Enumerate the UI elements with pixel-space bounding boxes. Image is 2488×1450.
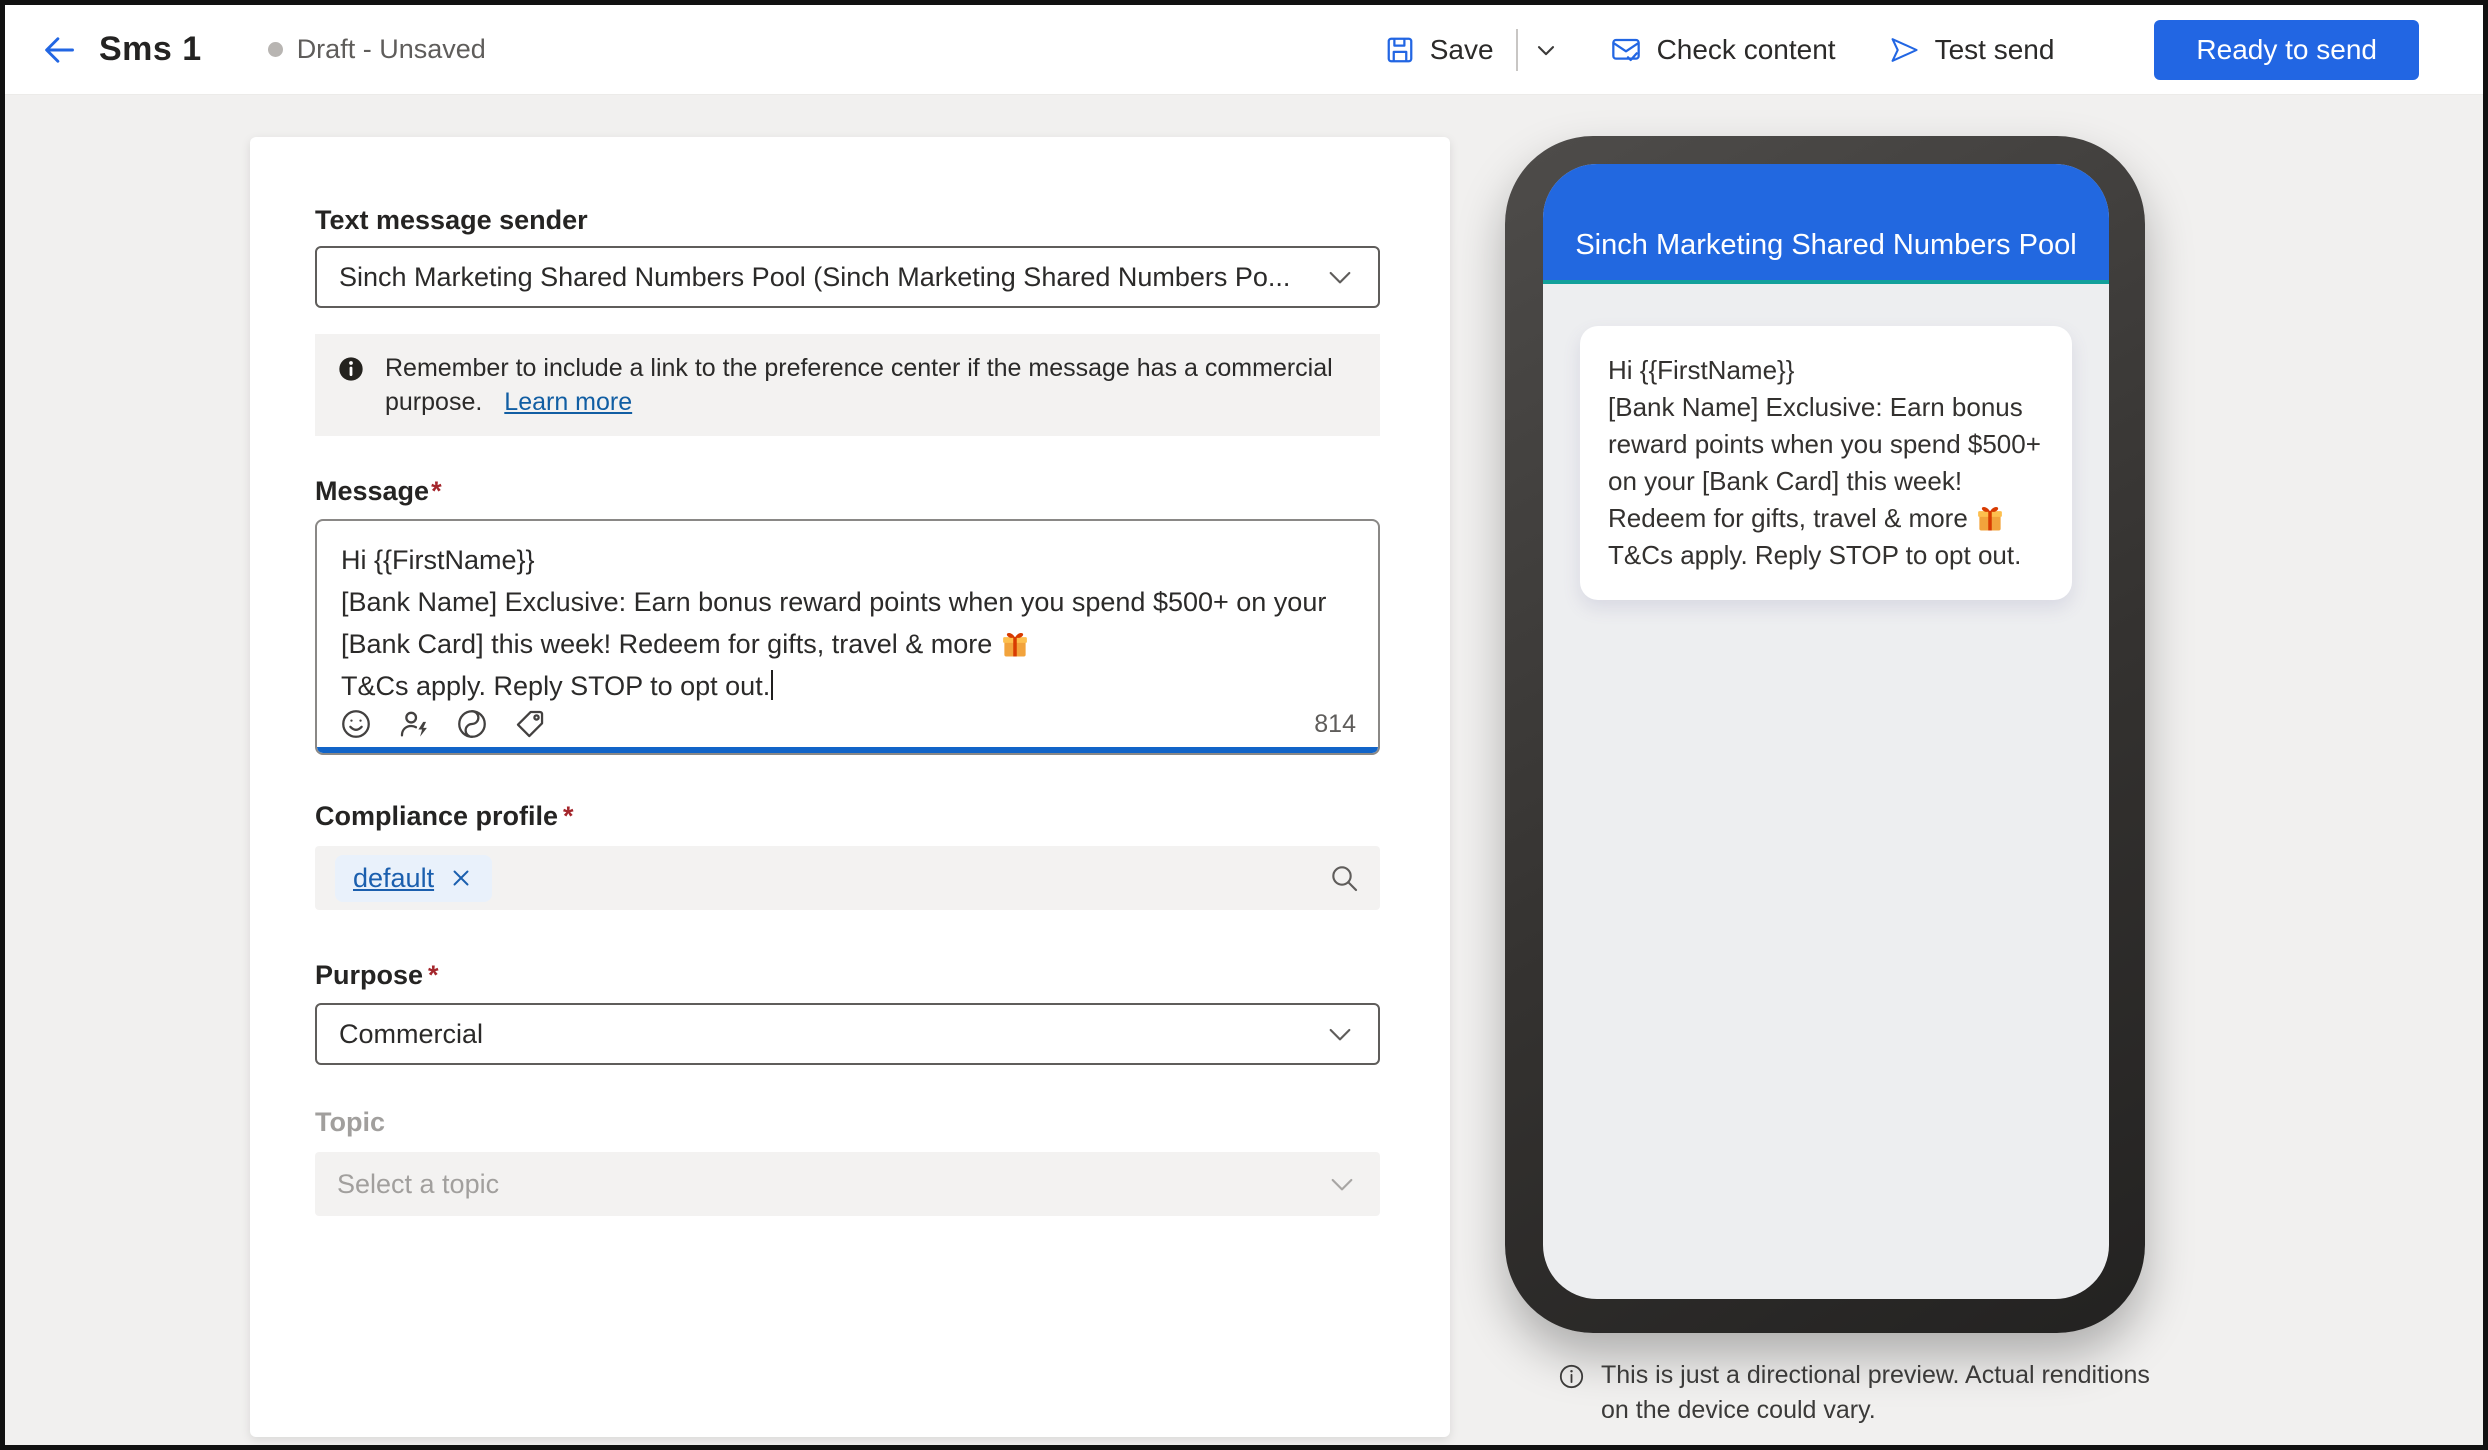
text-caret — [771, 670, 773, 700]
search-icon — [1328, 862, 1360, 894]
disclaimer-text: This is just a directional preview. Actu… — [1601, 1358, 2161, 1428]
sender-value: Sinch Marketing Shared Numbers Pool (Sin… — [339, 262, 1324, 293]
topic-dropdown: Select a topic — [315, 1152, 1380, 1216]
person-lightning-icon — [397, 707, 431, 741]
app-window: Sms 1 Draft - Unsaved Save Check content… — [0, 0, 2488, 1450]
send-icon — [1888, 34, 1920, 66]
test-send-label: Test send — [1935, 34, 2055, 66]
save-label: Save — [1430, 34, 1494, 66]
status-text: Draft - Unsaved — [297, 34, 486, 65]
required-asterisk: * — [431, 476, 442, 506]
sender-label: Text message sender — [315, 205, 1380, 236]
message-text: Hi {{FirstName}} [Bank Name] Exclusive: … — [341, 545, 1334, 701]
save-button[interactable]: Save — [1377, 24, 1502, 76]
purpose-label: Purpose* — [315, 960, 1380, 991]
preview-disclaimer: This is just a directional preview. Actu… — [1558, 1358, 2178, 1428]
info-filled-icon — [337, 355, 365, 383]
ready-to-send-button[interactable]: Ready to send — [2154, 20, 2419, 80]
close-icon — [448, 865, 474, 891]
message-label: Message* — [315, 476, 1380, 507]
phone-screen: Sinch Marketing Shared Numbers Pool Hi {… — [1543, 164, 2109, 1299]
check-content-button[interactable]: Check content — [1602, 24, 1844, 76]
tag-icon — [513, 707, 547, 741]
save-icon — [1385, 35, 1415, 65]
back-button[interactable] — [41, 32, 77, 68]
emoji-button[interactable] — [339, 707, 373, 741]
chevron-down-icon — [1326, 1168, 1358, 1200]
sms-bubble-text: Hi {{FirstName}} [Bank Name] Exclusive: … — [1608, 355, 2048, 570]
compliance-chip-link[interactable]: default — [353, 863, 434, 894]
main-content: Text message sender Sinch Marketing Shar… — [5, 96, 2483, 1445]
banner-text: Remember to include a link to the prefer… — [385, 351, 1358, 419]
learn-more-link[interactable]: Learn more — [504, 388, 632, 416]
chevron-down-icon — [1324, 1018, 1356, 1050]
phone-header-title: Sinch Marketing Shared Numbers Pool — [1575, 229, 2076, 262]
sms-bubble: Hi {{FirstName}} [Bank Name] Exclusive: … — [1580, 326, 2072, 600]
dynamic-text-button[interactable] — [455, 707, 489, 741]
topbar: Sms 1 Draft - Unsaved Save Check content… — [5, 5, 2483, 95]
topic-label: Topic — [315, 1107, 1380, 1138]
test-send-button[interactable]: Test send — [1880, 24, 2063, 76]
required-asterisk: * — [428, 960, 439, 990]
char-count: 814 — [1314, 710, 1356, 739]
required-asterisk: * — [563, 801, 574, 831]
focus-underline — [317, 747, 1378, 753]
gift-emoji-icon — [1975, 503, 2005, 533]
circle-swirl-icon — [455, 707, 489, 741]
mail-check-icon — [1610, 34, 1642, 66]
message-editor-box: Hi {{FirstName}} [Bank Name] Exclusive: … — [315, 519, 1380, 755]
status-dot — [268, 42, 283, 57]
save-split-button[interactable] — [1526, 26, 1566, 74]
info-outline-icon — [1558, 1363, 1585, 1390]
gift-emoji-icon — [1000, 629, 1030, 659]
topic-placeholder: Select a topic — [337, 1169, 1326, 1200]
compliance-profile-label: Compliance profile* — [315, 801, 1380, 832]
remove-chip-button[interactable] — [448, 865, 474, 891]
tag-button[interactable] — [513, 707, 547, 741]
sender-dropdown[interactable]: Sinch Marketing Shared Numbers Pool (Sin… — [315, 246, 1380, 308]
compliance-chip: default — [335, 855, 492, 902]
chevron-down-icon — [1532, 36, 1560, 64]
check-content-label: Check content — [1657, 34, 1836, 66]
arrow-left-icon — [41, 32, 77, 68]
lookup-search-button[interactable] — [1328, 862, 1360, 894]
compliance-profile-field[interactable]: default — [315, 846, 1380, 910]
sms-form-card: Text message sender Sinch Marketing Shar… — [250, 137, 1450, 1437]
emoji-smile-icon — [339, 707, 373, 741]
toolbar-divider — [1516, 29, 1518, 71]
message-editor[interactable]: Hi {{FirstName}} [Bank Name] Exclusive: … — [317, 521, 1352, 707]
message-toolbar: 814 — [339, 707, 1356, 741]
chevron-down-icon — [1324, 261, 1356, 293]
page-title: Sms 1 — [99, 30, 202, 69]
info-banner: Remember to include a link to the prefer… — [315, 334, 1380, 436]
phone-preview: Sinch Marketing Shared Numbers Pool Hi {… — [1505, 136, 2145, 1333]
purpose-dropdown[interactable]: Commercial — [315, 1003, 1380, 1065]
personalize-button[interactable] — [397, 707, 431, 741]
purpose-value: Commercial — [339, 1019, 1324, 1050]
phone-header: Sinch Marketing Shared Numbers Pool — [1543, 164, 2109, 284]
